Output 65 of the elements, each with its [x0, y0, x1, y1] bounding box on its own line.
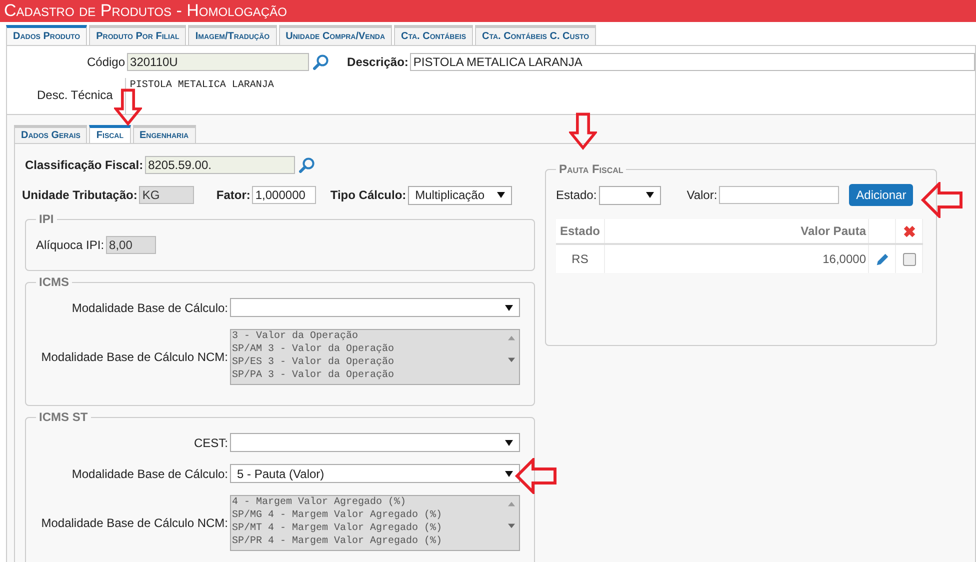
dropdown[interactable] [230, 298, 520, 317]
annotation-arrow [920, 182, 964, 218]
field-label: Modalidade Base de Cálculo: [70, 466, 228, 480]
technical-description-field[interactable]: PISTOLA METALICA LARANJA [124, 78, 975, 114]
section-title: ICMS ST [38, 410, 89, 424]
tab[interactable]: Unidade Compra/Venda [278, 25, 392, 45]
field-label: Código [87, 55, 126, 69]
section-title: Pauta Fiscal [558, 162, 624, 176]
dropdown[interactable]: 5 - Pauta (Valor) [230, 464, 520, 483]
caret-icon [505, 470, 513, 478]
tab[interactable]: Dados Produto [6, 25, 88, 45]
annotation-arrow [514, 458, 558, 494]
code-field[interactable]: 320110U [127, 53, 310, 71]
tab[interactable]: Dados Gerais [14, 125, 88, 143]
field-label: Valor: [686, 188, 718, 202]
caret-icon [505, 438, 513, 446]
classification-field[interactable]: 8205.59.00. [145, 156, 296, 174]
dropdown[interactable] [230, 433, 520, 452]
scroll-down-icon[interactable] [508, 522, 514, 529]
tab[interactable]: Imagem/Tradução [188, 25, 277, 45]
field-label: Fator: [216, 188, 250, 202]
window-title: Cadastro de Produtos - Homologação [4, 1, 287, 20]
delete-icon[interactable] [902, 224, 916, 238]
checkbox[interactable] [902, 252, 916, 266]
field-label: Unidade Tributação: [22, 188, 138, 202]
search-icon[interactable] [313, 54, 330, 70]
caret-icon [646, 191, 654, 199]
state-dropdown[interactable] [598, 186, 661, 204]
column-header: Valor Pauta [604, 219, 868, 244]
annotation-arrow [569, 110, 597, 152]
field-label: CEST: [192, 436, 228, 450]
tab[interactable]: Engenharia [132, 125, 196, 143]
field-label: Desc. Técnica [37, 88, 113, 104]
field-label: Classificação Fiscal: [25, 158, 144, 172]
add-button[interactable]: Adicionar [849, 184, 914, 206]
field-label: Tipo Cálculo: [330, 188, 406, 202]
list-box[interactable]: 3 - Valor da Operação SP/AM 3 - Valor da Operação SP/ES 3 - Valor da Operação SP/PA 3 - Valor da Operação [230, 329, 520, 385]
tab[interactable]: Cta. Contábeis [394, 25, 473, 45]
field-label: Modalidade Base de Cálculo NCM: [40, 516, 228, 530]
value-field[interactable] [719, 186, 840, 204]
tab[interactable]: Produto Por Filial [89, 25, 186, 45]
calculation-type-dropdown[interactable]: Multiplicação [408, 186, 512, 204]
tab[interactable]: Fiscal [89, 125, 131, 143]
tab[interactable]: Cta. Contábeis C. Custo [475, 25, 596, 45]
list-box[interactable]: 4 - Margem Valor Agregado (%) SP/MG 4 - Margem Valor Agregado (%) SP/MT 4 - Margem Valor Agregado (%) SP/PR 4 - Margem Valor Agregado (%) [230, 495, 520, 551]
table-cell: RS [556, 244, 604, 273]
scroll-down-icon[interactable] [508, 356, 514, 363]
scroll-up-icon[interactable] [508, 335, 514, 342]
description-field[interactable]: PISTOLA METALICA LARANJA [410, 53, 975, 71]
search-icon[interactable] [299, 157, 316, 173]
column-header: Estado [556, 219, 604, 244]
caret-icon [497, 191, 506, 199]
annotation-arrow [114, 86, 142, 128]
section-title: IPI [38, 212, 55, 226]
table-cell: 16,0000 [604, 244, 868, 273]
field-label: Descrição: [347, 55, 408, 69]
field-label: Modalidade Base de Cálculo: [70, 300, 228, 314]
factor-field[interactable]: 1,000000 [252, 186, 316, 204]
section-title: ICMS [38, 275, 70, 289]
scroll-up-icon[interactable] [508, 501, 514, 508]
field-label: Alíquoca IPI: [36, 238, 104, 252]
field-label: Modalidade Base de Cálculo NCM: [40, 350, 228, 364]
pencil-icon[interactable] [874, 252, 890, 266]
field-label: Estado: [556, 188, 597, 202]
caret-icon [505, 304, 513, 312]
